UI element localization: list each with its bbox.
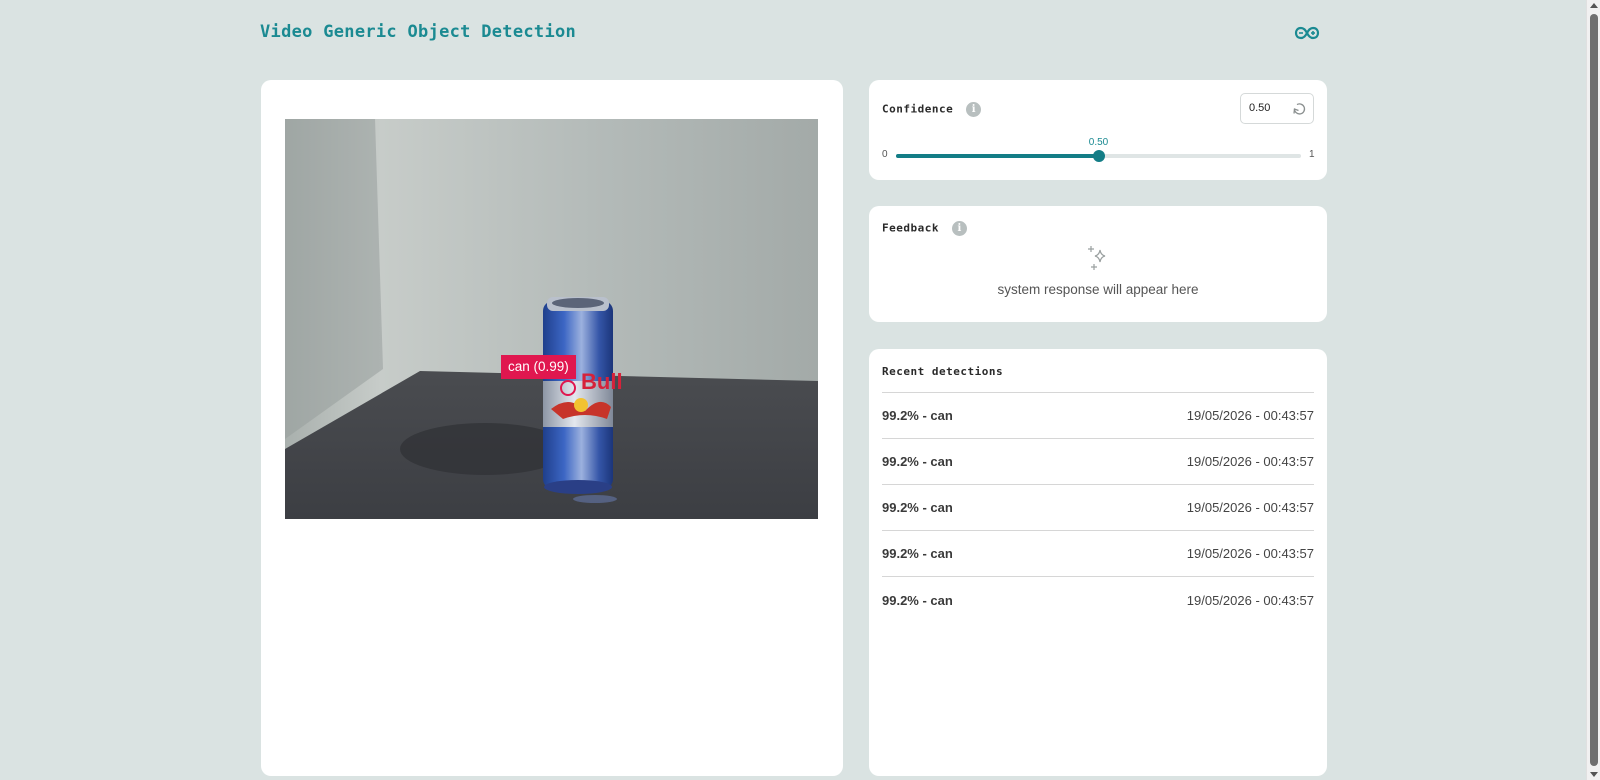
scroll-down-icon[interactable]	[1590, 772, 1598, 777]
detection-label: 99.2% - can	[882, 408, 953, 423]
feedback-card: Feedback i system response will appear h…	[869, 206, 1327, 322]
feedback-placeholder: system response will appear here	[997, 282, 1199, 297]
list-item: 99.2% - can 19/05/2026 - 00:43:57	[882, 577, 1314, 623]
slider-max-label: 1	[1309, 149, 1315, 160]
feedback-section: Feedback i	[882, 221, 968, 236]
scrollbar-thumb[interactable]	[1590, 14, 1598, 766]
confidence-input[interactable]: 0.50	[1240, 93, 1314, 124]
detection-timestamp: 19/05/2026 - 00:43:57	[1186, 408, 1314, 423]
recent-detections-card: Recent detections 99.2% - can 19/05/2026…	[869, 349, 1327, 776]
video-card: Bull can (0.99)	[261, 80, 843, 776]
detection-timestamp: 19/05/2026 - 00:43:57	[1186, 454, 1314, 469]
detection-timestamp: 19/05/2026 - 00:43:57	[1186, 546, 1314, 561]
page-scrollbar[interactable]	[1586, 0, 1600, 780]
page-title: Video Generic Object Detection	[260, 22, 577, 42]
confidence-input-value[interactable]: 0.50	[1249, 102, 1270, 114]
detection-label: 99.2% - can	[882, 500, 953, 515]
slider-value-label: 0.50	[1088, 137, 1109, 148]
recent-list: 99.2% - can 19/05/2026 - 00:43:57 99.2% …	[882, 392, 1314, 623]
list-item: 99.2% - can 19/05/2026 - 00:43:57	[882, 485, 1314, 531]
reset-icon[interactable]	[1291, 101, 1307, 117]
info-icon[interactable]: i	[952, 221, 968, 236]
confidence-slider[interactable]	[896, 150, 1301, 162]
video-feed: Bull can (0.99)	[285, 119, 818, 519]
detection-timestamp: 19/05/2026 - 00:43:57	[1186, 500, 1314, 515]
detection-timestamp: 19/05/2026 - 00:43:57	[1186, 592, 1314, 608]
sparkle-icon	[1088, 246, 1106, 270]
slider-fill	[896, 154, 1099, 158]
feedback-title: Feedback	[882, 221, 939, 235]
confidence-title: Confidence	[882, 102, 954, 116]
info-icon[interactable]: i	[966, 102, 982, 117]
detection-label: 99.2% - can	[882, 592, 953, 608]
camera-frame-image: Bull	[285, 119, 818, 519]
infinity-logo-icon[interactable]	[1294, 26, 1320, 40]
list-item: 99.2% - can 19/05/2026 - 00:43:57	[882, 393, 1314, 439]
recent-title: Recent detections	[882, 365, 1004, 378]
detection-label: 99.2% - can	[882, 546, 953, 561]
confidence-section: Confidence i	[882, 102, 982, 117]
detection-marker	[560, 380, 576, 396]
detection-label: can (0.99)	[501, 355, 576, 379]
detection-label: 99.2% - can	[882, 454, 953, 469]
list-item: 99.2% - can 19/05/2026 - 00:43:57	[882, 439, 1314, 485]
scroll-up-icon[interactable]	[1590, 3, 1598, 8]
slider-thumb[interactable]	[1092, 150, 1105, 162]
slider-min-label: 0	[882, 149, 888, 160]
list-item: 99.2% - can 19/05/2026 - 00:43:57	[882, 531, 1314, 577]
svg-text:Bull: Bull	[581, 369, 623, 394]
confidence-card: Confidence i 0.50 0 0.50 1	[869, 80, 1327, 180]
